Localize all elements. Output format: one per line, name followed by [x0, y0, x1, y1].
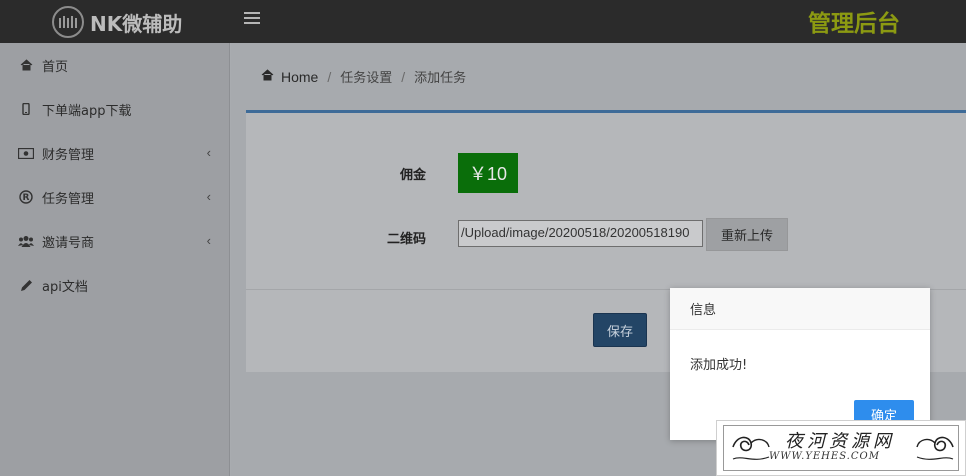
pencil-icon: [18, 277, 34, 293]
svg-text:R: R: [23, 193, 30, 203]
sidebar-item-label: 任务管理: [42, 191, 95, 207]
info-dialog: 信息 添加成功! 确定: [670, 288, 930, 440]
qr-code-label: 二维码: [387, 232, 427, 247]
sidebar-item-label: 首页: [42, 59, 69, 75]
logo[interactable]: NK微辅助: [52, 6, 182, 38]
sidebar-item-label: api文档: [42, 279, 88, 295]
sidebar-item-tasks[interactable]: R 任务管理 ‹: [0, 175, 229, 219]
breadcrumb: Home / 任务设置 / 添加任务: [261, 67, 466, 86]
mobile-phone-icon: [18, 101, 34, 117]
sidebar-item-finance[interactable]: 财务管理 ‹: [0, 131, 229, 175]
breadcrumb-task-settings[interactable]: 任务设置: [340, 67, 392, 86]
watermark-url: WWW.YEHES.COM: [769, 451, 880, 462]
sidebar-item-home[interactable]: 首页: [0, 43, 229, 87]
home-icon: [18, 57, 34, 73]
sidebar-item-api-docs[interactable]: api文档: [0, 263, 229, 307]
logo-text: NK微辅助: [90, 11, 183, 36]
sidebar: 首页 下单端app下载 财务管理 ‹ R 任务管理 ‹ 邀请号商 ‹ api文档: [0, 43, 230, 476]
home-icon: [261, 69, 274, 84]
watermark-title: 夜河资源网: [785, 431, 895, 452]
ornament-right-icon: [916, 436, 954, 460]
logo-icon: [52, 6, 84, 38]
menu-toggle-icon[interactable]: [244, 9, 260, 29]
sidebar-item-label: 下单端app下载: [42, 103, 132, 119]
ornament-left-icon: [732, 436, 770, 460]
sidebar-item-invite[interactable]: 邀请号商 ‹: [0, 219, 229, 263]
qr-code-path-field[interactable]: /Upload/image/20200518/20200518190: [458, 220, 703, 247]
chevron-left-icon: ‹: [206, 145, 211, 160]
money-icon: [18, 145, 34, 161]
sidebar-item-label: 邀请号商: [42, 235, 95, 251]
breadcrumb-add-task: 添加任务: [414, 71, 467, 86]
chevron-left-icon: ‹: [206, 233, 211, 248]
dialog-message: 添加成功!: [690, 358, 748, 373]
registered-icon: R: [18, 189, 34, 205]
breadcrumb-separator: /: [327, 68, 332, 85]
sidebar-item-label: 财务管理: [42, 147, 95, 163]
admin-title: 管理后台: [808, 11, 900, 37]
breadcrumb-separator: /: [401, 68, 406, 85]
reupload-button[interactable]: 重新上传: [706, 218, 788, 251]
commission-label: 佣金: [400, 168, 427, 183]
top-bar: NK微辅助 管理后台: [0, 0, 966, 43]
dialog-title: 信息: [670, 288, 930, 330]
commission-value: ￥10: [458, 153, 518, 193]
chevron-left-icon: ‹: [206, 189, 211, 204]
sidebar-item-app-download[interactable]: 下单端app下载: [0, 87, 229, 131]
save-button[interactable]: 保存: [593, 313, 647, 347]
breadcrumb-home-link[interactable]: Home: [281, 69, 318, 85]
watermark-logo: 夜河资源网 WWW.YEHES.COM: [716, 420, 966, 476]
users-icon: [18, 233, 34, 249]
